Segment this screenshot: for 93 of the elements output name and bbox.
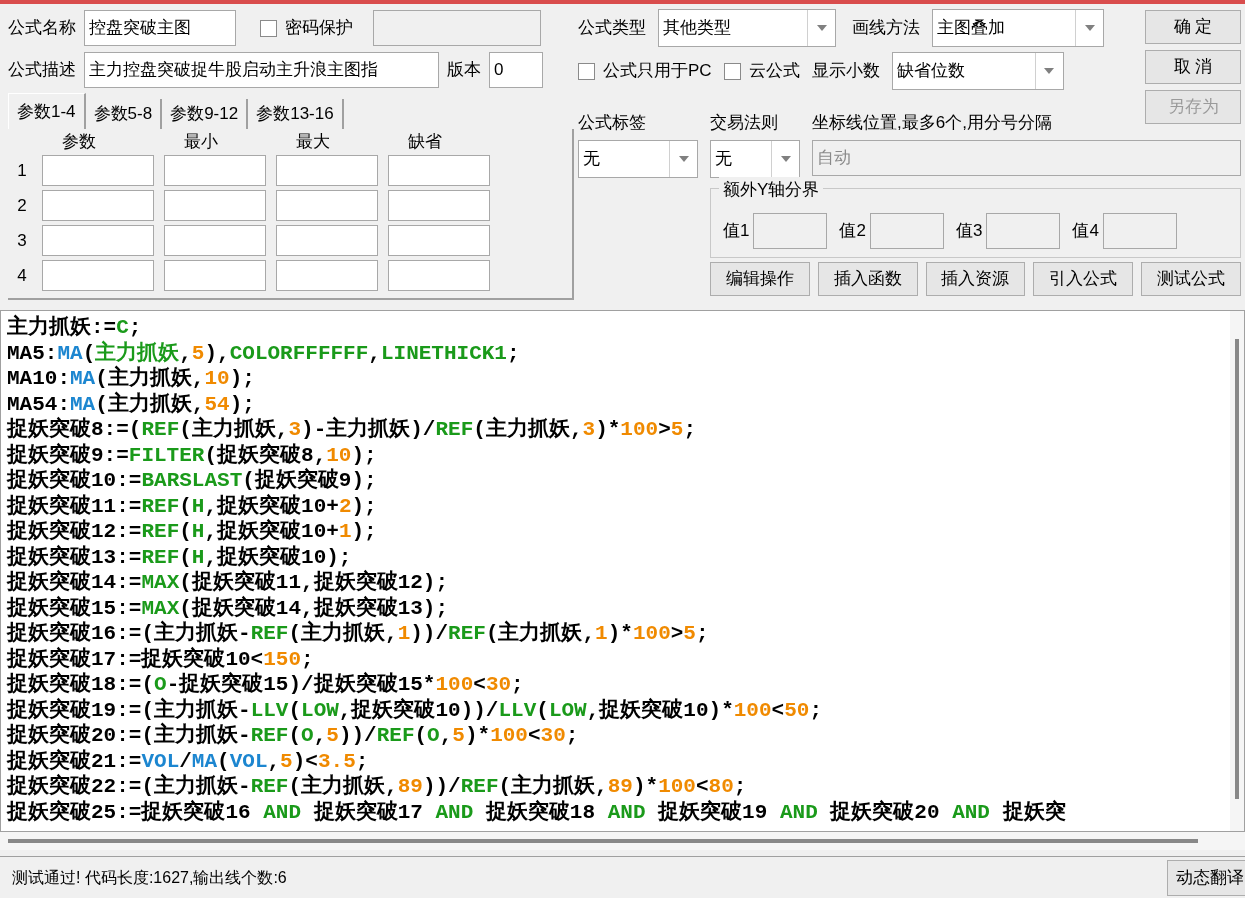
text-field[interactable]: [869, 212, 944, 249]
row-number: 4: [16, 264, 28, 287]
parameter-field[interactable]: [388, 155, 490, 186]
code-line: 捉妖突破25:=捉妖突破16 AND 捉妖突破17 AND 捉妖突破18 AND 捉妖突破19 AND 捉妖突破20 AND 捉妖突: [7, 799, 1066, 825]
code-line: MA54:MA(主力抓妖,54);: [7, 391, 255, 416]
field-label: 值4: [1072, 219, 1099, 242]
parameter-field[interactable]: [388, 225, 490, 256]
parameter-field[interactable]: [42, 260, 154, 291]
vertical-scrollbar[interactable]: [1230, 311, 1244, 831]
checkbox[interactable]: [723, 62, 741, 80]
code-line: 捉妖突破21:=VOL/MA(VOL,5)<3.5;: [7, 748, 369, 773]
column-header: 缺省: [407, 133, 443, 151]
code-line: 捉妖突破11:=REF(H,捉妖突破10+2);: [7, 493, 377, 519]
field-label: 版本: [447, 59, 481, 82]
code-line: 捉妖突破9:=FILTER(捉妖突破8,10);: [7, 442, 377, 468]
text-field[interactable]: [1102, 212, 1177, 249]
field-label: 交易法则: [710, 112, 779, 134]
status-text: 测试通过! 代码长度:1627,输出线个数:6: [11, 867, 288, 888]
field-label: 值1: [723, 219, 750, 242]
row-number: 2: [16, 194, 28, 217]
parameter-field[interactable]: [164, 260, 266, 291]
code-line: 主力抓妖:=C;: [7, 315, 142, 340]
row-number: 3: [16, 229, 28, 252]
text-field[interactable]: [986, 212, 1061, 249]
horizontal-scrollbar[interactable]: [0, 832, 1245, 850]
parameter-field[interactable]: [388, 260, 490, 291]
parameter-field[interactable]: [42, 190, 154, 221]
column-header: 最大: [295, 133, 331, 151]
dropdown[interactable]: 无: [578, 139, 698, 178]
dropdown-arrow-icon: [1044, 68, 1055, 74]
code-line: 捉妖突破14:=MAX(捉妖突破11,捉妖突破12);: [7, 570, 449, 596]
dropdown[interactable]: 主图叠加: [932, 9, 1104, 47]
checkbox-label: 云公式: [748, 60, 800, 83]
button[interactable]: 引入公式: [1033, 261, 1134, 296]
dropdown[interactable]: 其他类型: [658, 9, 836, 47]
dropdown-arrow-icon: [678, 155, 689, 162]
field-label: 画线方法: [852, 17, 920, 40]
field-label: 值3: [955, 219, 983, 242]
code-line: 捉妖突破22:=(主力抓妖-REF(主力抓妖,89))/REF(主力抓妖,89)*100<80;: [7, 774, 747, 800]
button[interactable]: 取 消: [1145, 50, 1241, 84]
text-field[interactable]: 主力控盘突破捉牛股启动主升浪主图指: [84, 52, 439, 88]
column-header: 最小: [183, 133, 219, 151]
code-line: 捉妖突破13:=REF(H,捉妖突破10);: [7, 544, 352, 570]
code-line: 捉妖突破12:=REF(H,捉妖突破10+1);: [7, 519, 377, 545]
button[interactable]: 编辑操作: [710, 261, 810, 296]
field-label: 公式标签: [578, 112, 647, 134]
button[interactable]: 插入资源: [925, 261, 1026, 296]
dropdown-arrow-icon: [780, 155, 791, 162]
code-line: 捉妖突破15:=MAX(捉妖突破14,捉妖突破13);: [7, 595, 449, 620]
checkbox-label: 公式只用于PC: [603, 60, 712, 83]
dropdown[interactable]: 缺省位数: [891, 52, 1064, 90]
code-line: 捉妖突破8:=(REF(主力抓妖,3)-主力抓妖)/REF(主力抓妖,3)*100>5;: [7, 417, 696, 443]
column-header: 参数: [61, 133, 97, 151]
text-field[interactable]: 0: [489, 52, 543, 88]
button[interactable]: 确 定: [1145, 10, 1241, 44]
row-number: 1: [16, 159, 28, 182]
parameter-field[interactable]: [276, 155, 378, 186]
code-line: 捉妖突破16:=(主力抓妖-REF(主力抓妖,1))/REF(主力抓妖,1)*100>5;: [7, 621, 709, 647]
parameter-field[interactable]: [164, 190, 266, 221]
parameter-field[interactable]: [164, 155, 266, 186]
field-label: 公式类型: [578, 17, 646, 40]
parameter-field[interactable]: [42, 155, 154, 186]
parameter-field[interactable]: [42, 225, 154, 256]
field-label: 坐标线位置,最多6个,用分号分隔: [812, 112, 1053, 134]
code-line: MA10:MA(主力抓妖,10);: [7, 366, 255, 391]
text-field[interactable]: 控盘突破主图: [84, 10, 236, 46]
code-line: 捉妖突破19:=(主力抓妖-LLV(LOW,捉妖突破10))/LLV(LOW,捉妖突破10)*100<50;: [7, 697, 822, 722]
button[interactable]: 测试公式: [1141, 261, 1241, 296]
button[interactable]: 插入函数: [817, 261, 918, 296]
button[interactable]: 动态翻译: [1167, 859, 1245, 896]
checkbox[interactable]: [260, 19, 277, 37]
code-line: 捉妖突破10:=BARSLAST(捉妖突破9);: [7, 468, 377, 494]
checkbox[interactable]: [578, 62, 595, 80]
parameter-field[interactable]: [276, 225, 378, 256]
parameter-field[interactable]: [276, 190, 378, 221]
checkbox-label: 密码保护: [285, 17, 353, 40]
parameter-field[interactable]: [388, 190, 490, 221]
field-label: 显示小数: [811, 60, 880, 83]
tab[interactable]: 参数1-4: [8, 93, 86, 129]
dropdown-arrow-icon: [816, 25, 827, 31]
code-line: MA5:MA(主力抓妖,5),COLORFFFFFF,LINETHICK1;: [7, 340, 520, 365]
text-field[interactable]: [753, 212, 828, 249]
field-label: 公式名称: [8, 17, 76, 40]
parameter-field[interactable]: [276, 260, 378, 291]
text-field[interactable]: [373, 10, 541, 46]
field-label: 值2: [839, 219, 866, 242]
parameter-field[interactable]: [164, 225, 266, 256]
dropdown[interactable]: 无: [710, 139, 800, 178]
dropdown-arrow-icon: [1084, 25, 1095, 31]
code-line: 捉妖突破17:=捉妖突破10<150;: [7, 646, 314, 672]
code-line: 捉妖突破20:=(主力抓妖-REF(O,5))/REF(O,5)*100<30;: [7, 723, 579, 749]
field-label: 公式描述: [8, 59, 76, 82]
code-line: 捉妖突破18:=(O-捉妖突破15)/捉妖突破15*100<30;: [7, 672, 524, 697]
